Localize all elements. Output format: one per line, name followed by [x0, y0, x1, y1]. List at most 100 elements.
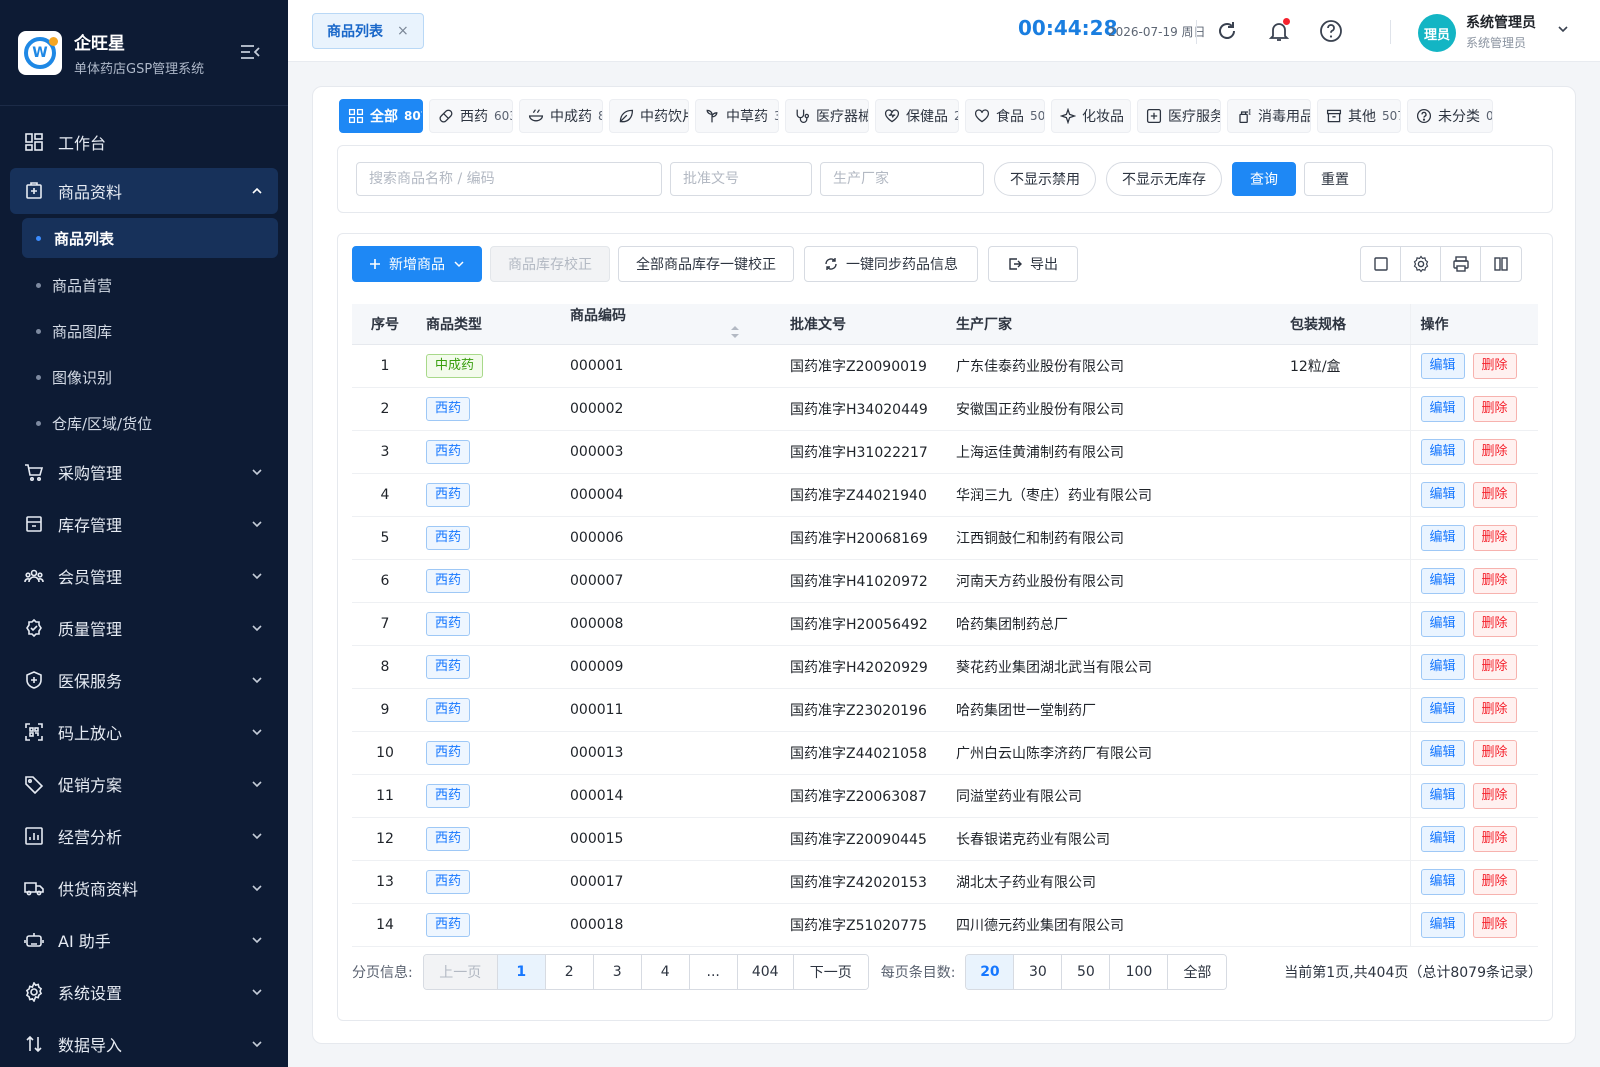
sidebar-item-4[interactable]: 会员管理 — [0, 550, 288, 602]
sidebar-item-9[interactable]: 经营分析 — [0, 810, 288, 862]
chevron-down-icon[interactable] — [1556, 22, 1570, 36]
category-tab-9[interactable]: 医疗服务0 — [1137, 99, 1221, 133]
edit-button[interactable]: 编辑 — [1420, 782, 1465, 809]
delete-button[interactable]: 删除 — [1472, 825, 1517, 852]
settings-icon[interactable] — [1401, 247, 1441, 281]
sidebar-subitem-0[interactable]: 商品列表 — [22, 218, 278, 258]
sidebar-item-1[interactable]: 商品资料 — [10, 168, 278, 214]
category-tab-1[interactable]: 西药 6033 — [429, 99, 513, 133]
category-tab-11[interactable]: 其他 507 — [1317, 99, 1401, 133]
page-size-button[interactable]: 50 — [1062, 955, 1111, 989]
page-size-button[interactable]: 100 — [1110, 955, 1169, 989]
edit-button[interactable]: 编辑 — [1420, 352, 1465, 379]
reset-button[interactable]: 重置 — [1304, 162, 1366, 196]
refresh-icon[interactable] — [1214, 18, 1240, 44]
approval-number-input[interactable] — [670, 162, 812, 196]
category-tab-0[interactable]: 全部 8079 — [339, 99, 423, 133]
sidebar-item-5[interactable]: 质量管理 — [0, 602, 288, 654]
edit-button[interactable]: 编辑 — [1420, 911, 1465, 938]
tab-product-list[interactable]: 商品列表 × — [312, 13, 424, 49]
delete-button[interactable]: 删除 — [1472, 911, 1517, 938]
sidebar-item-8[interactable]: 促销方案 — [0, 758, 288, 810]
page-button[interactable]: ... — [689, 955, 738, 989]
page-size-button[interactable]: 30 — [1014, 955, 1063, 989]
delete-button[interactable]: 删除 — [1472, 352, 1517, 379]
category-tab-10[interactable]: 消毒用品0 — [1227, 99, 1311, 133]
sidebar-subitem-1[interactable]: 商品首营 — [0, 262, 288, 308]
edit-button[interactable]: 编辑 — [1420, 825, 1465, 852]
page-button[interactable]: 4 — [641, 955, 690, 989]
sidebar-item-6[interactable]: 医保服务 — [0, 654, 288, 706]
category-tab-5[interactable]: 医疗器械42 — [785, 99, 869, 133]
delete-button[interactable]: 删除 — [1472, 696, 1517, 723]
delete-button[interactable]: 删除 — [1472, 524, 1517, 551]
user-name[interactable]: 系统管理员 — [1466, 12, 1536, 32]
fullscreen-icon[interactable] — [1361, 247, 1401, 281]
tab-close-icon[interactable]: × — [397, 23, 409, 39]
sidebar-item-13[interactable]: 数据导入 — [0, 1018, 288, 1067]
page-size-button[interactable]: 全部 — [1168, 955, 1227, 989]
category-tab-8[interactable]: 化妆品 0 — [1051, 99, 1131, 133]
category-tab-6[interactable]: 保健品 213 — [875, 99, 959, 133]
edit-button[interactable]: 编辑 — [1420, 696, 1465, 723]
edit-button[interactable]: 编辑 — [1420, 653, 1465, 680]
page-button[interactable]: 404 — [737, 955, 794, 989]
col-header-code[interactable]: 商品编码 — [562, 304, 782, 345]
edit-button[interactable]: 编辑 — [1420, 739, 1465, 766]
sidebar-item-7[interactable]: 码上放心 — [0, 706, 288, 758]
add-product-button[interactable]: 新增商品 — [352, 246, 482, 282]
sidebar-item-2[interactable]: 采购管理 — [0, 446, 288, 498]
sidebar-item-3[interactable]: 库存管理 — [0, 498, 288, 550]
delete-button[interactable]: 删除 — [1472, 739, 1517, 766]
category-tab-3[interactable]: 中药饮片12 — [609, 99, 689, 133]
edit-button[interactable]: 编辑 — [1420, 395, 1465, 422]
category-tab-4[interactable]: 中草药 35 — [695, 99, 779, 133]
category-tab-12[interactable]: 未分类 0 — [1407, 99, 1493, 133]
sidebar-subitem-4[interactable]: 仓库/区域/货位 — [0, 400, 288, 446]
query-button[interactable]: 查询 — [1232, 162, 1296, 196]
category-tab-2[interactable]: 中成药 865 — [519, 99, 603, 133]
page-size-button[interactable]: 20 — [966, 955, 1015, 989]
help-icon[interactable] — [1318, 18, 1344, 44]
hide-no-stock-button[interactable]: 不显示无库存 — [1106, 162, 1222, 196]
stock-correct-button[interactable]: 商品库存校正 — [490, 246, 610, 282]
delete-button[interactable]: 删除 — [1472, 653, 1517, 680]
avatar[interactable]: 理员 — [1418, 14, 1456, 52]
sidebar-subitem-2[interactable]: 商品图库 — [0, 308, 288, 354]
next-page-button[interactable]: 下一页 — [793, 955, 868, 989]
page-button[interactable]: 1 — [497, 955, 546, 989]
menu-collapse-icon[interactable] — [240, 44, 260, 60]
delete-button[interactable]: 删除 — [1472, 610, 1517, 637]
sidebar-subitem-3[interactable]: 图像识别 — [0, 354, 288, 400]
sidebar-item-11[interactable]: AI 助手 — [0, 914, 288, 966]
edit-button[interactable]: 编辑 — [1420, 524, 1465, 551]
sidebar-item-12[interactable]: 系统设置 — [0, 966, 288, 1018]
delete-button[interactable]: 删除 — [1472, 395, 1517, 422]
manufacturer-input[interactable] — [820, 162, 984, 196]
prev-page-button[interactable]: 上一页 — [423, 955, 498, 989]
search-input[interactable] — [356, 162, 662, 196]
edit-button[interactable]: 编辑 — [1420, 438, 1465, 465]
delete-button[interactable]: 删除 — [1472, 868, 1517, 895]
delete-button[interactable]: 删除 — [1472, 481, 1517, 508]
edit-button[interactable]: 编辑 — [1420, 481, 1465, 508]
page-button[interactable]: 2 — [545, 955, 594, 989]
print-icon[interactable] — [1441, 247, 1481, 281]
category-tab-7[interactable]: 食品 50 — [965, 99, 1045, 133]
sync-drug-info-button[interactable]: 一键同步药品信息 — [804, 246, 978, 282]
bell-icon[interactable] — [1266, 18, 1292, 44]
delete-button[interactable]: 删除 — [1472, 567, 1517, 594]
hide-disabled-button[interactable]: 不显示禁用 — [994, 162, 1096, 196]
sort-icon[interactable] — [730, 325, 740, 343]
export-button[interactable]: 导出 — [988, 246, 1078, 282]
sidebar-item-10[interactable]: 供货商资料 — [0, 862, 288, 914]
edit-button[interactable]: 编辑 — [1420, 610, 1465, 637]
sidebar-item-0[interactable]: 工作台 — [0, 116, 288, 168]
edit-button[interactable]: 编辑 — [1420, 868, 1465, 895]
delete-button[interactable]: 删除 — [1472, 438, 1517, 465]
columns-icon[interactable] — [1481, 247, 1521, 281]
delete-button[interactable]: 删除 — [1472, 782, 1517, 809]
edit-button[interactable]: 编辑 — [1420, 567, 1465, 594]
page-button[interactable]: 3 — [593, 955, 642, 989]
stock-correct-all-button[interactable]: 全部商品库存一键校正 — [618, 246, 794, 282]
